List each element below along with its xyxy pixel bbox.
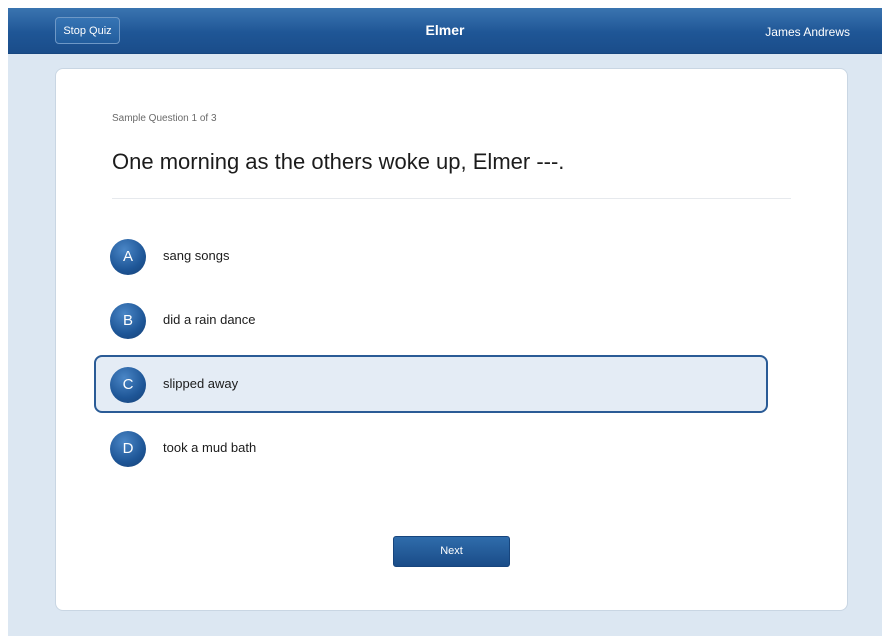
option-text: took a mud bath: [163, 440, 257, 455]
divider: [112, 198, 791, 199]
answer-option-c[interactable]: C slipped away: [94, 355, 768, 413]
answer-option-a[interactable]: A sang songs: [94, 227, 768, 285]
option-letter-badge: D: [110, 431, 146, 467]
stop-quiz-button[interactable]: Stop Quiz: [55, 17, 120, 44]
question-counter: Sample Question 1 of 3: [112, 113, 217, 124]
option-text: slipped away: [163, 376, 239, 391]
quiz-title: Elmer: [425, 22, 465, 38]
option-letter-badge: A: [110, 239, 146, 275]
option-text: sang songs: [163, 248, 230, 263]
question-text: One morning as the others woke up, Elmer…: [112, 149, 565, 174]
option-letter-badge: B: [110, 303, 146, 339]
option-text: did a rain dance: [163, 312, 256, 327]
answer-option-d[interactable]: D took a mud bath: [94, 419, 768, 477]
option-letter-badge: C: [110, 367, 146, 403]
question-card: Sample Question 1 of 3 One morning as th…: [55, 68, 848, 611]
user-name: James Andrews: [765, 25, 850, 39]
answer-option-b[interactable]: B did a rain dance: [94, 291, 768, 349]
next-button[interactable]: Next: [393, 536, 510, 567]
top-bar: Stop Quiz Elmer James Andrews: [8, 8, 882, 54]
